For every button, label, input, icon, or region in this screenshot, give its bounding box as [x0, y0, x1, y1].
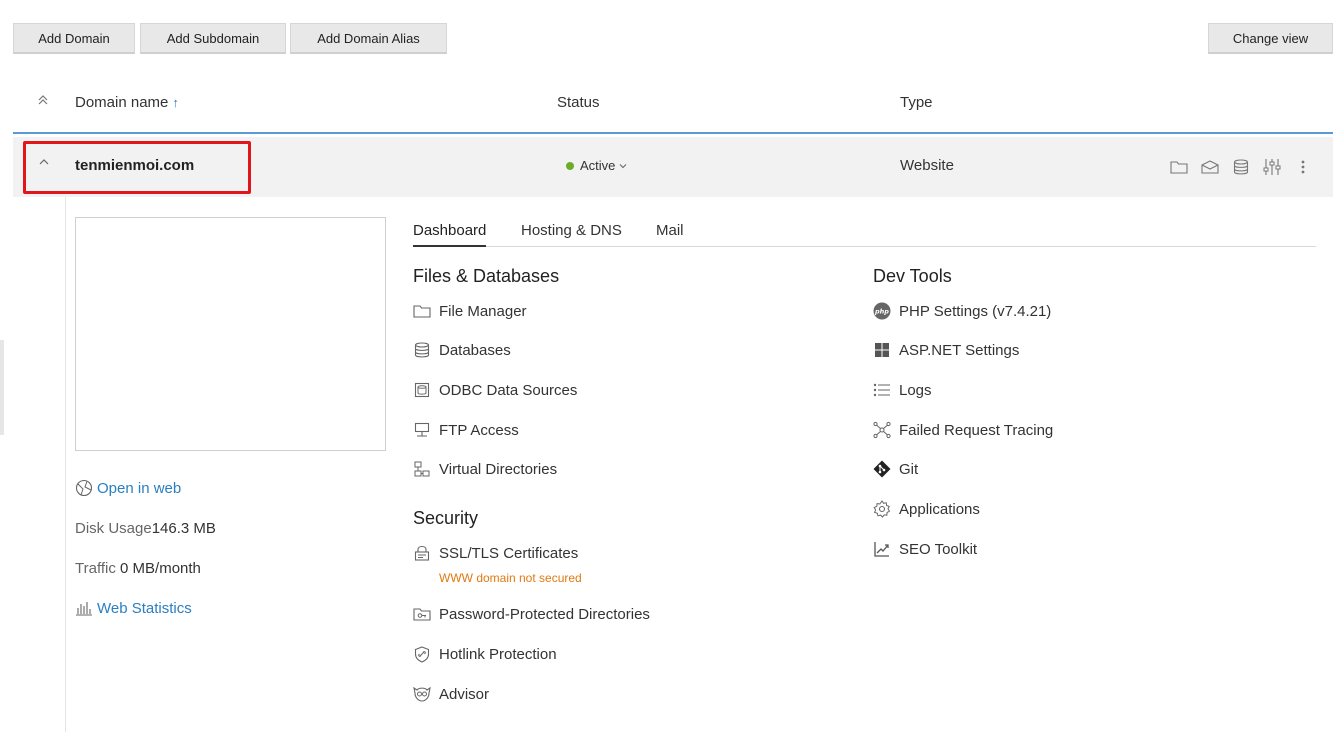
git-label: Git — [899, 460, 919, 478]
php-icon: php — [873, 302, 891, 320]
password-protected-directories-label: Password-Protected Directories — [439, 605, 650, 623]
ssl-warning: WWW domain not secured — [439, 571, 582, 585]
traffic: Traffic 0 MB/month — [75, 548, 216, 588]
databases-label: Databases — [439, 341, 511, 359]
traffic-label: Traffic — [75, 559, 116, 577]
open-in-web-link[interactable]: Open in web — [75, 468, 216, 508]
logs-icon — [873, 381, 891, 399]
ssl-certificates-label: SSL/TLS Certificates — [439, 544, 579, 562]
hotlink-protection-label: Hotlink Protection — [439, 645, 557, 663]
column-header-status[interactable]: Status — [557, 94, 600, 111]
add-subdomain-button[interactable]: Add Subdomain — [140, 23, 286, 54]
site-preview[interactable] — [75, 217, 386, 451]
dev-tools-title: Dev Tools — [873, 266, 952, 286]
disk-usage: Disk Usage 146.3 MB — [75, 508, 216, 548]
failed-request-tracing-link[interactable]: Failed Request Tracing — [873, 421, 1053, 439]
advisor-link[interactable]: Advisor — [413, 685, 489, 703]
ssl-certificates-link[interactable]: SSL/TLS Certificates — [413, 544, 578, 562]
web-statistics-link[interactable]: Web Statistics — [75, 588, 216, 628]
domain-row[interactable]: tenmienmoi.com Active Website — [13, 137, 1333, 197]
odbc-data-sources-link[interactable]: ODBC Data Sources — [413, 381, 577, 399]
tab-dashboard[interactable]: Dashboard — [413, 222, 487, 247]
odbc-icon — [413, 381, 431, 399]
chevron-down-icon — [619, 163, 627, 169]
table-header: Domain name ↑ Status Type — [13, 86, 1333, 134]
collapse-all-icon[interactable] — [37, 94, 49, 106]
odbc-data-sources-label: ODBC Data Sources — [439, 381, 578, 399]
disk-usage-value: 146.3 MB — [151, 519, 216, 537]
domain-info: Open in web Disk Usage 146.3 MB Traffic 0… — [75, 468, 216, 628]
open-in-web-label: Open in web — [97, 479, 182, 497]
logs-link[interactable]: Logs — [873, 381, 932, 399]
row-left-border — [65, 197, 66, 732]
traffic-value: 0 MB/month — [120, 559, 201, 577]
svg-text:php: php — [874, 308, 889, 316]
seo-toolkit-link[interactable]: SEO Toolkit — [873, 540, 977, 558]
files-databases-title: Files & Databases — [413, 266, 560, 286]
change-view-button[interactable]: Change view — [1208, 23, 1333, 54]
databases-link[interactable]: Databases — [413, 341, 511, 359]
add-domain-alias-button[interactable]: Add Domain Alias — [290, 23, 447, 54]
bar-chart-icon — [75, 600, 93, 616]
database-icon — [413, 341, 431, 359]
side-scroll-handle[interactable] — [0, 340, 4, 435]
ftp-access-link[interactable]: FTP Access — [413, 421, 519, 439]
protected-dir-icon — [413, 605, 431, 623]
ftp-access-label: FTP Access — [439, 421, 519, 439]
git-icon — [873, 460, 891, 478]
folder-icon[interactable] — [1169, 157, 1189, 177]
applications-label: Applications — [899, 500, 980, 518]
column-header-domain-name-label: Domain name — [75, 94, 169, 111]
file-manager-link[interactable]: File Manager — [413, 302, 527, 320]
logs-label: Logs — [899, 381, 932, 399]
column-header-type[interactable]: Type — [900, 94, 933, 111]
aspnet-settings-label: ASP.NET Settings — [899, 341, 1020, 359]
virtual-directories-link[interactable]: Virtual Directories — [413, 460, 557, 478]
php-settings-link[interactable]: php PHP Settings (v7.4.21) — [873, 302, 1051, 320]
gear-icon — [873, 500, 891, 518]
certificate-icon — [413, 544, 431, 562]
folder-icon — [413, 302, 431, 320]
virtual-directories-label: Virtual Directories — [439, 460, 558, 478]
database-icon[interactable] — [1231, 157, 1251, 177]
domain-name[interactable]: tenmienmoi.com — [75, 157, 194, 174]
php-settings-label: PHP Settings (v7.4.21) — [899, 302, 1052, 320]
status-dot-icon — [566, 161, 574, 170]
column-header-domain-name[interactable]: Domain name ↑ — [75, 94, 179, 111]
file-manager-label: File Manager — [439, 302, 527, 320]
toolbar: Add Domain Add Subdomain Add Domain Alia… — [13, 23, 1333, 54]
seo-chart-icon — [873, 540, 891, 558]
domain-type: Website — [900, 157, 954, 174]
tab-hosting-dns[interactable]: Hosting & DNS — [521, 222, 622, 239]
row-actions — [1169, 157, 1313, 177]
sort-ascending-icon: ↑ — [172, 95, 179, 110]
status-dropdown[interactable]: Active — [566, 158, 627, 173]
status-label: Active — [580, 158, 616, 173]
security-title: Security — [413, 508, 479, 528]
hotlink-icon — [413, 645, 431, 663]
add-domain-button[interactable]: Add Domain — [13, 23, 135, 54]
windows-icon — [873, 341, 891, 359]
ftp-icon — [413, 421, 431, 439]
globe-icon — [75, 479, 93, 497]
more-options-icon[interactable] — [1293, 157, 1313, 177]
web-statistics-label: Web Statistics — [97, 599, 192, 617]
applications-link[interactable]: Applications — [873, 500, 980, 518]
disk-usage-label: Disk Usage — [75, 519, 152, 537]
seo-toolkit-label: SEO Toolkit — [899, 540, 978, 558]
tab-mail[interactable]: Mail — [656, 222, 684, 239]
advisor-icon — [413, 685, 431, 703]
mail-icon[interactable] — [1200, 157, 1220, 177]
advisor-label: Advisor — [439, 685, 490, 703]
failed-request-tracing-label: Failed Request Tracing — [899, 421, 1054, 439]
tracing-icon — [873, 421, 891, 439]
password-protected-directories-link[interactable]: Password-Protected Directories — [413, 605, 650, 623]
git-link[interactable]: Git — [873, 460, 918, 478]
domain-tabs: Dashboard Hosting & DNS Mail — [413, 220, 1316, 247]
aspnet-settings-link[interactable]: ASP.NET Settings — [873, 341, 1019, 359]
virtual-directories-icon — [413, 460, 431, 478]
settings-sliders-icon[interactable] — [1262, 157, 1282, 177]
hotlink-protection-link[interactable]: Hotlink Protection — [413, 645, 557, 663]
